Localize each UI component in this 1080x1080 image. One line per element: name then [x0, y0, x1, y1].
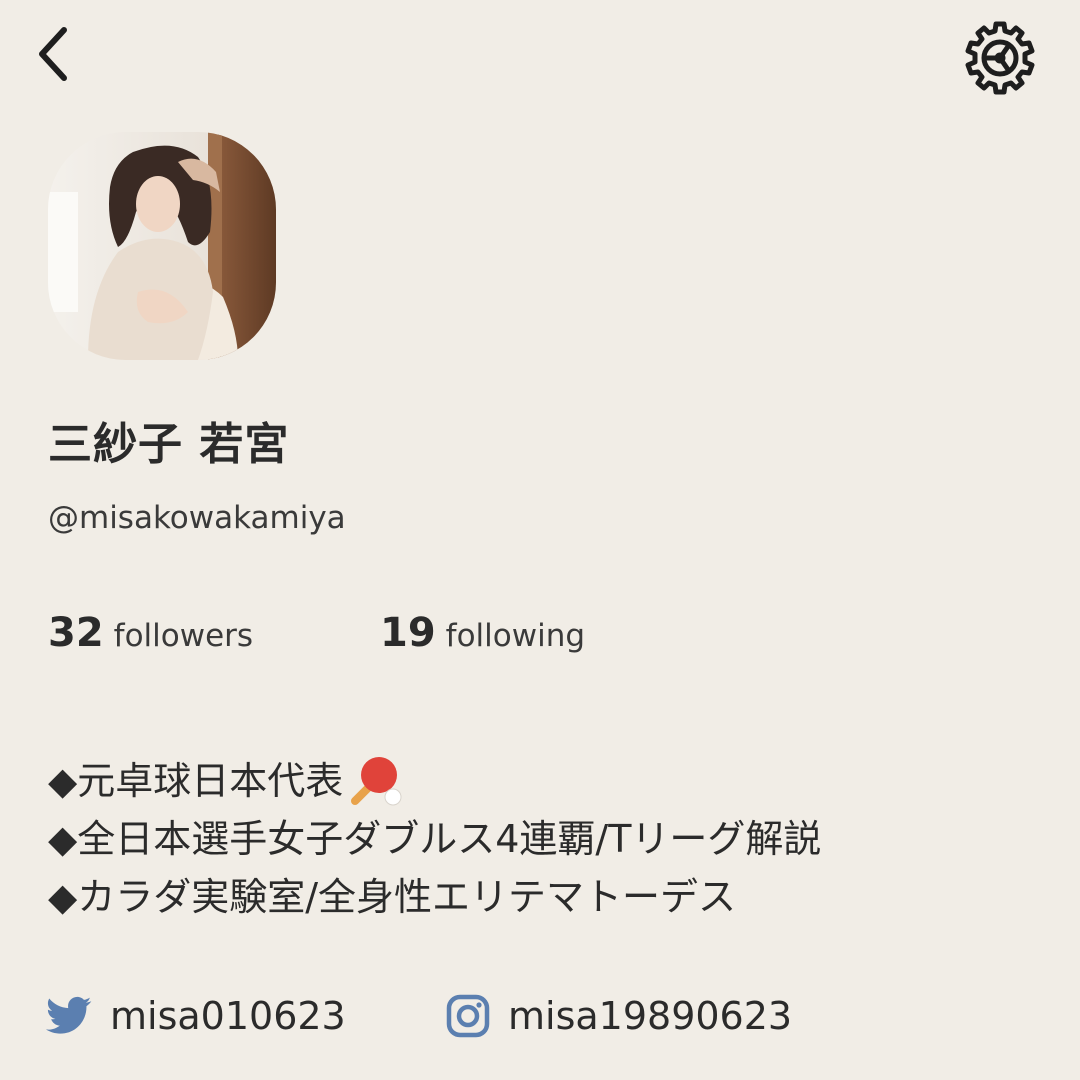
- avatar[interactable]: [48, 132, 276, 360]
- twitter-handle: misa010623: [110, 994, 346, 1038]
- profile-photo: [48, 132, 276, 360]
- twitter-link[interactable]: misa010623: [46, 994, 346, 1038]
- bio-line: ◆カラダ実験室/全身性エリテマトーデス: [48, 868, 821, 926]
- display-name: 三紗子 若宮: [48, 419, 290, 470]
- bio-line-text: ◆全日本選手女子ダブルス4連覇/Tリーグ解説: [48, 817, 822, 861]
- chevron-left-icon: [39, 27, 67, 81]
- bio-line: ◆元卓球日本代表: [48, 752, 821, 810]
- ping-pong-paddle-icon: [351, 757, 402, 806]
- bio-line-text: ◆元卓球日本代表: [48, 759, 344, 803]
- bio-line-text: ◆カラダ実験室/全身性エリテマトーデス: [48, 875, 737, 919]
- following-count: 19: [380, 610, 436, 656]
- instagram-icon: [446, 994, 490, 1038]
- settings-button[interactable]: [960, 18, 1040, 98]
- instagram-handle: misa19890623: [508, 994, 793, 1038]
- gear-icon: [965, 21, 1035, 95]
- bio: ◆元卓球日本代表 ◆全日本選手女子ダブルス4連覇/Tリーグ解説 ◆カラダ実験室/…: [48, 752, 821, 926]
- followers-count: 32: [48, 610, 104, 656]
- followers-label: followers: [113, 618, 254, 654]
- twitter-bird-icon: [46, 996, 92, 1034]
- back-button[interactable]: [18, 18, 90, 90]
- bio-line: ◆全日本選手女子ダブルス4連覇/Tリーグ解説: [48, 810, 821, 868]
- followers-stat[interactable]: 32 followers: [48, 610, 253, 656]
- instagram-link[interactable]: misa19890623: [446, 994, 792, 1038]
- following-label: following: [445, 618, 586, 654]
- username: @misakowakamiya: [48, 500, 346, 536]
- following-stat[interactable]: 19 following: [380, 610, 585, 656]
